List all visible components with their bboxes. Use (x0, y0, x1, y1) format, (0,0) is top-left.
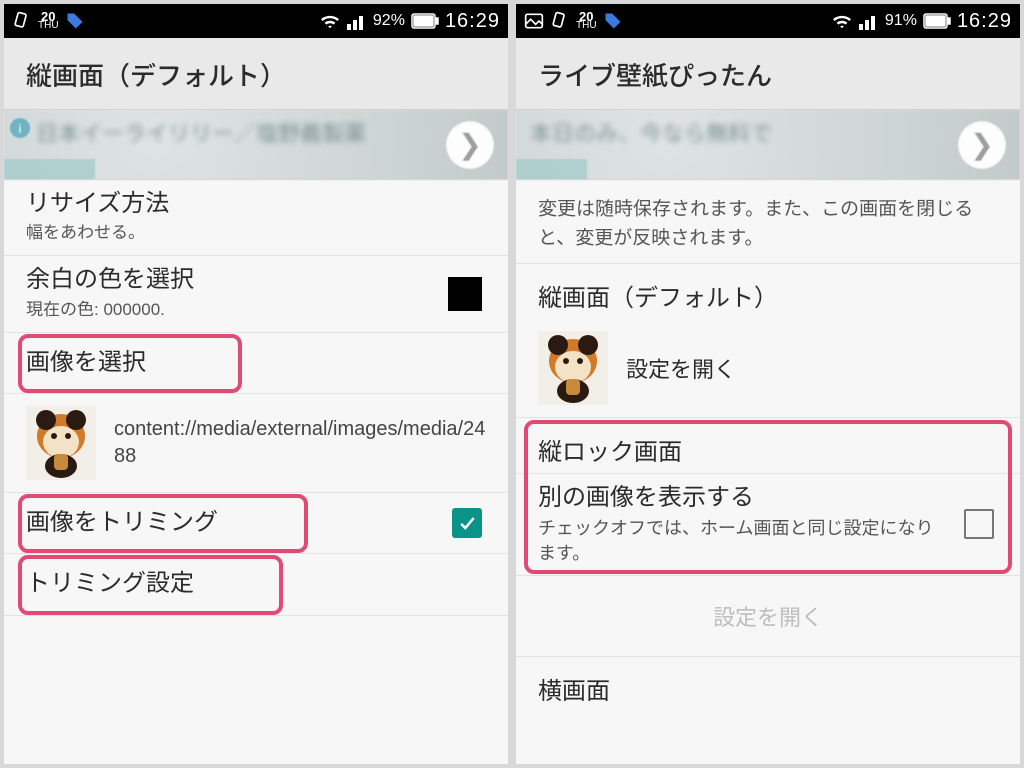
signal-icon (347, 12, 367, 30)
row-lock-different-image[interactable]: 別の画像を表示する チェックオフでは、ホーム画面と同じ設定になります。 (516, 474, 1020, 576)
highlighted-block-1: 画像を選択 (4, 333, 508, 394)
section-title: 縦画面（デフォルト） (538, 278, 998, 313)
page-title: 縦画面（デフォルト） (4, 38, 508, 110)
image-thumbnail (538, 331, 608, 405)
ad-progress (4, 159, 95, 179)
page-title: ライブ壁紙ぴったん (516, 38, 1020, 110)
row-trim-settings[interactable]: トリミング設定 (4, 554, 508, 615)
phone-left: 20 THU 92% 16:29 縦 (4, 4, 508, 764)
highlighted-block-2: 画像をトリミング (4, 493, 508, 554)
tag-icon (603, 11, 623, 31)
open-settings-label: 設定を開く (626, 352, 736, 384)
settings-list: 変更は随時保存されます。また、この画面を閉じると、変更が反映されます。 縦画面（… (516, 180, 1020, 764)
picture-icon (524, 12, 544, 30)
battery-icon (923, 13, 951, 29)
battery-percent: 91% (885, 12, 917, 30)
status-time: 16:29 (957, 10, 1012, 33)
calendar-icon: 20 THU (38, 11, 59, 31)
row-bg-color[interactable]: 余白の色を選択 現在の色: 000000. (4, 256, 508, 332)
ad-banner[interactable]: 本日のみ、今なら無料で ❯ (516, 110, 1020, 180)
section-landscape-header: 横画面 (516, 657, 1020, 712)
wifi-icon (319, 12, 341, 30)
section-lock-header: 縦ロック画面 (516, 418, 1020, 474)
chevron-right-icon[interactable]: ❯ (446, 121, 494, 169)
row-lock-open-disabled: 設定を開く (516, 576, 1020, 657)
highlighted-block-3: トリミング設定 (4, 554, 508, 615)
row-title: 余白の色を選択 (26, 264, 436, 296)
screenshot-pair: 20 THU 92% 16:29 縦 (0, 0, 1024, 768)
battery-icon (411, 13, 439, 29)
row-title: 別の画像を表示する (538, 482, 950, 514)
status-time: 16:29 (445, 10, 500, 33)
row-title: トリミング設定 (26, 568, 486, 600)
row-subtitle: 現在の色: 000000. (26, 299, 436, 322)
row-info-note: 変更は随時保存されます。また、この画面を閉じると、変更が反映されます。 (516, 180, 1020, 264)
row-portrait-open[interactable]: 設定を開く (516, 319, 1020, 418)
row-resize-method[interactable]: リサイズ方法 幅をあわせる。 (4, 180, 508, 256)
checkbox-checked[interactable] (452, 508, 482, 538)
info-text: 変更は随時保存されます。また、この画面を閉じると、変更が反映されます。 (538, 196, 998, 253)
battery-percent: 92% (373, 12, 405, 30)
row-current-image[interactable]: content://media/external/images/media/24… (4, 394, 508, 493)
row-title: 画像をトリミング (26, 507, 438, 539)
wifi-icon (831, 12, 853, 30)
highlighted-block-lock: 縦ロック画面 別の画像を表示する チェックオフでは、ホーム画面と同じ設定になりま… (516, 418, 1020, 576)
row-title: リサイズ方法 (26, 188, 486, 220)
row-trim-image[interactable]: 画像をトリミング (4, 493, 508, 554)
image-path: content://media/external/images/media/24… (114, 416, 486, 470)
signal-icon (859, 12, 879, 30)
section-portrait-header: 縦画面（デフォルト） (516, 264, 1020, 319)
rotate-icon (12, 11, 32, 31)
ad-text: 本日のみ、今なら無料で (530, 116, 772, 148)
tag-icon (65, 11, 85, 31)
settings-list: リサイズ方法 幅をあわせる。 余白の色を選択 現在の色: 000000. 画像を… (4, 180, 508, 764)
checkbox-unchecked[interactable] (964, 509, 994, 539)
row-subtitle: 幅をあわせる。 (26, 222, 486, 245)
row-select-image[interactable]: 画像を選択 (4, 333, 508, 394)
section-title: 縦ロック画面 (538, 432, 998, 467)
color-swatch[interactable] (448, 277, 482, 311)
calendar-icon: 20 THU (576, 11, 597, 31)
status-bar: 20 THU 92% 16:29 (4, 4, 508, 38)
ad-text: 日本イーライリリー／塩野義製薬 (36, 116, 366, 148)
ad-info-icon: i (10, 118, 30, 138)
open-settings-label: 設定を開く (713, 605, 823, 630)
status-bar: 20 THU 91% 16:29 (516, 4, 1020, 38)
row-title: 画像を選択 (26, 347, 486, 379)
phone-right: 20 THU 91% 16:29 ラ (516, 4, 1020, 764)
chevron-right-icon[interactable]: ❯ (958, 121, 1006, 169)
image-thumbnail (26, 406, 96, 480)
ad-banner[interactable]: i 日本イーライリリー／塩野義製薬 ❯ (4, 110, 508, 180)
rotate-icon (550, 11, 570, 31)
ad-progress (516, 159, 587, 179)
row-subtitle: チェックオフでは、ホーム画面と同じ設定になります。 (538, 516, 950, 565)
